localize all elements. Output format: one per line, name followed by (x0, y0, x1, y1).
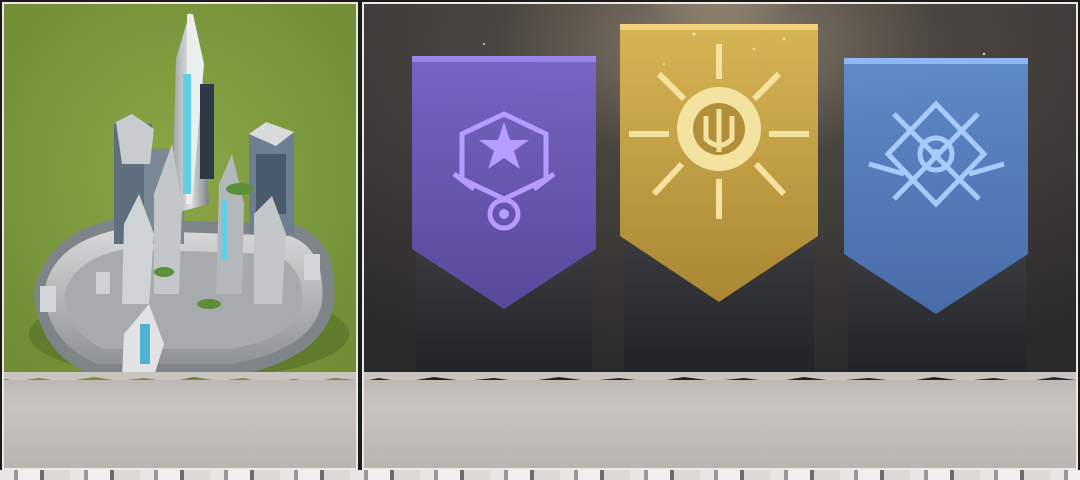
banners-image (364, 4, 1076, 382)
banners-caption-area (364, 380, 1076, 468)
citadel-illustration (4, 4, 356, 382)
citadel-image (4, 4, 356, 382)
banners-card[interactable] (362, 2, 1078, 470)
citadel-card[interactable] (2, 2, 358, 470)
torn-bottom-border (0, 470, 1080, 480)
banners-illustration (364, 4, 1076, 382)
citadel-caption-area (4, 380, 356, 468)
